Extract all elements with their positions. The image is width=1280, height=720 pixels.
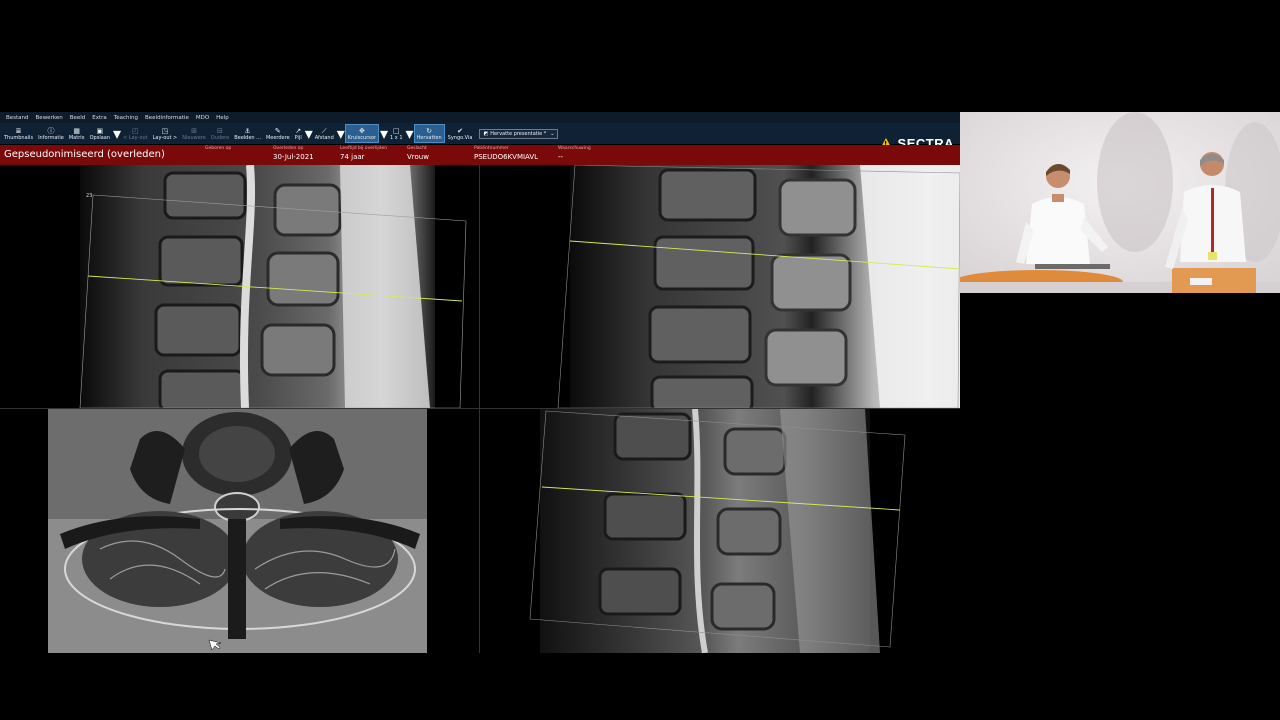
- menu-bewerken[interactable]: Bewerken: [36, 115, 63, 121]
- patient-bar: Gepseudonimiseerd (overleden) Geboren op…: [0, 145, 960, 165]
- field-sex-value: Vrouw: [407, 153, 429, 161]
- pijl-button[interactable]: ↗ Pijl: [293, 124, 304, 143]
- viewport-sagittal-t2[interactable]: 23: [0, 165, 479, 408]
- save-icon: ▣: [96, 126, 104, 135]
- beelden-label: Beelden ...: [234, 134, 261, 141]
- chevron-down-icon: ⌄: [550, 130, 555, 137]
- menu-help[interactable]: Help: [216, 115, 229, 121]
- matrix-button[interactable]: ▦ Matrix: [67, 124, 87, 143]
- matrix-label: Matrix: [68, 134, 85, 141]
- field-death-value: 30-Jul-2021: [273, 153, 314, 161]
- oudere-button[interactable]: ⊟ Oudere: [209, 124, 231, 143]
- slice-marker: 23: [86, 193, 92, 199]
- kruiscursor-label: Kruiscursor: [347, 134, 376, 141]
- field-patient-id: Patiëntnummer PSEUDO6KVMIAVL: [474, 146, 538, 162]
- webcam-image: [960, 112, 1280, 293]
- menu-beeldinformatie[interactable]: Beeldinformatie: [145, 115, 189, 121]
- pacs-viewer-window: Bestand Bewerken Beeld Extra Teaching Be…: [0, 112, 960, 653]
- field-age: Leeftijd bij overlijden 74 jaar: [340, 146, 387, 162]
- layout-1x1-label: 1 x 1: [390, 134, 403, 141]
- thumbnails-label: Thumbnails: [4, 134, 34, 141]
- field-age-value: 74 jaar: [340, 153, 365, 161]
- sagittal-stir-image: [529, 409, 906, 653]
- menu-beeld[interactable]: Beeld: [70, 115, 86, 121]
- webcam-feed: [960, 112, 1280, 293]
- prev-layout-button[interactable]: ◰ < Lay-out: [121, 124, 150, 143]
- square-icon: □: [392, 126, 400, 135]
- pijl-caret-icon[interactable]: ▾: [305, 124, 313, 143]
- anchor-icon: ⚓: [244, 126, 251, 135]
- kruiscursor-caret-icon[interactable]: ▾: [380, 124, 388, 143]
- afstand-button[interactable]: ⟋ Afstand: [313, 124, 336, 143]
- menu-bestand[interactable]: Bestand: [6, 115, 29, 121]
- prev-layout-label: < Lay-out: [123, 134, 148, 141]
- field-birth: Geboren op: [205, 146, 231, 152]
- hervatten-label: Hervatten: [416, 134, 442, 141]
- informatie-label: Informatie: [38, 134, 64, 141]
- field-sex: Geslacht Vrouw: [407, 146, 429, 162]
- beelden-button[interactable]: ⚓ Beelden ...: [232, 124, 263, 143]
- presentation-dropdown[interactable]: ◩ Hervatte presentatie * ⌄: [479, 128, 559, 139]
- matrix-icon: ▦: [73, 126, 81, 135]
- meerdere-label: Meerdere: [265, 134, 290, 141]
- field-death: Overleden op 30-Jul-2021: [273, 146, 314, 162]
- newer-icon: ⊞: [191, 126, 197, 135]
- thumbnails-icon: ≣: [15, 126, 22, 135]
- pen-icon: ✎: [274, 126, 281, 135]
- prev-layout-icon: ◰: [132, 126, 139, 135]
- menu-mdo[interactable]: MDO: [196, 115, 209, 121]
- sagittal-t2-image: 23: [79, 165, 467, 408]
- viewport-divider-horizontal: [0, 408, 960, 409]
- presentation-icon: ◩: [483, 130, 489, 137]
- menu-extra[interactable]: Extra: [92, 115, 107, 121]
- viewport-divider-vertical: [479, 165, 480, 653]
- opslaan-button[interactable]: ▣ Opslaan: [88, 124, 112, 143]
- resume-icon: ↻: [426, 126, 433, 135]
- oudere-label: Oudere: [210, 134, 230, 141]
- field-warning-value: --: [558, 153, 564, 161]
- syngo-via-button[interactable]: ✔ Syngo.Via: [446, 124, 475, 143]
- afstand-caret-icon[interactable]: ▾: [337, 124, 345, 143]
- older-icon: ⊟: [217, 126, 223, 135]
- ruler-icon: ⟋: [321, 126, 327, 135]
- field-warning: Waarschuwing --: [558, 146, 591, 162]
- thumbnails-button[interactable]: ≣ Thumbnails: [2, 124, 35, 143]
- menu-bar: Bestand Bewerken Beeld Extra Teaching Be…: [0, 112, 960, 123]
- next-layout-icon: ◳: [161, 126, 169, 135]
- opslaan-label: Opslaan: [89, 134, 111, 141]
- field-birth-key: Geboren op: [205, 146, 232, 151]
- layout-caret-icon[interactable]: ▾: [406, 124, 414, 143]
- crosshair-icon: ✥: [358, 126, 365, 135]
- viewport-sagittal-t1[interactable]: [480, 165, 960, 408]
- toolbar: ≣ Thumbnails ⓘ Informatie ▦ Matrix ▣ Opslaan…: [0, 123, 960, 151]
- presentation-value: Hervatte presentatie *: [490, 130, 547, 137]
- check-icon: ✔: [457, 126, 463, 135]
- viewport-sagittal-stir[interactable]: [480, 409, 960, 653]
- layout-1x1-button[interactable]: □ 1 x 1: [388, 124, 405, 143]
- axial-t2-image: [48, 409, 427, 653]
- patient-name: Gepseudonimiseerd (overleden): [4, 149, 165, 160]
- viewport-axial-t2[interactable]: [0, 409, 479, 653]
- afstand-label: Afstand: [314, 134, 334, 141]
- informatie-button[interactable]: ⓘ Informatie: [36, 124, 66, 143]
- kruiscursor-button[interactable]: ✥ Kruiscursor: [344, 124, 379, 143]
- nieuwere-label: Nieuwere: [182, 134, 206, 141]
- next-layout-button[interactable]: ◳ Lay-out >: [151, 124, 180, 143]
- sagittal-t1-image: [557, 165, 960, 408]
- field-patient-id-value: PSEUDO6KVMIAVL: [474, 153, 539, 161]
- meerdere-button[interactable]: ✎ Meerdere: [264, 124, 292, 143]
- info-icon: ⓘ: [47, 126, 55, 135]
- arrow-icon: ↗: [295, 126, 302, 135]
- opslaan-caret-icon[interactable]: ▾: [113, 124, 121, 143]
- syngo-via-label: Syngo.Via: [447, 134, 473, 141]
- hervatten-button[interactable]: ↻ Hervatten: [413, 124, 445, 143]
- menu-teaching[interactable]: Teaching: [114, 115, 138, 121]
- nieuwere-button[interactable]: ⊞ Nieuwere: [180, 124, 208, 143]
- pijl-label: Pijl: [294, 134, 302, 141]
- next-layout-label: Lay-out >: [152, 134, 178, 141]
